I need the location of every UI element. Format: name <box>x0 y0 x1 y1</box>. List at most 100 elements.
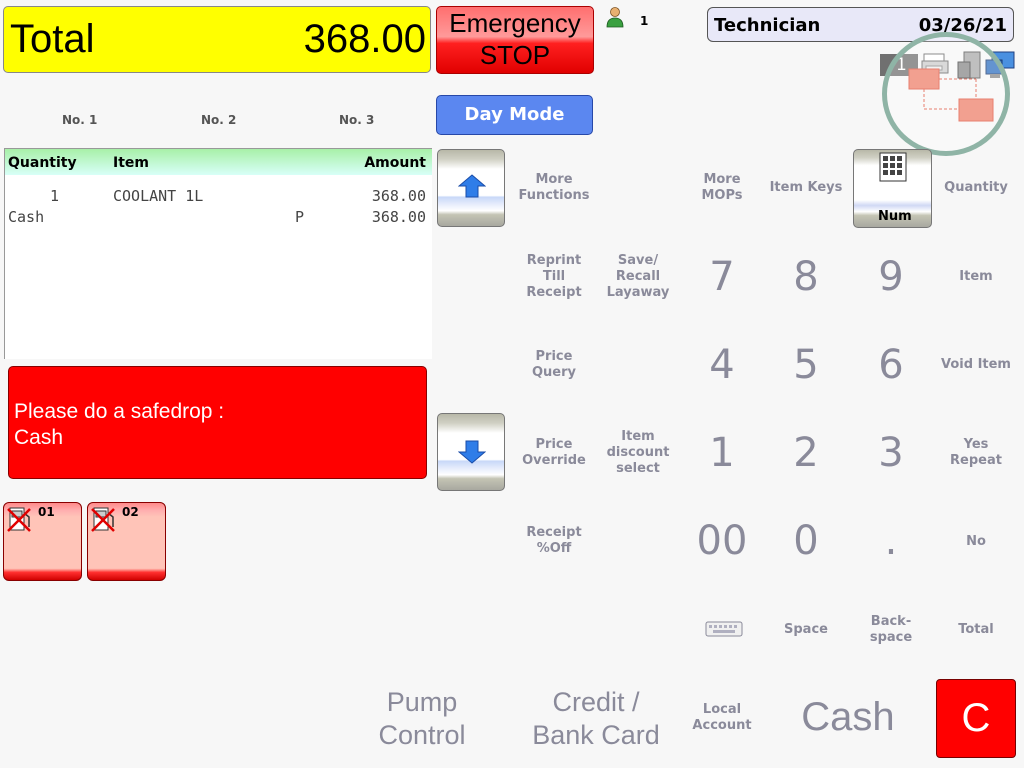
alert-line2: Cash <box>14 426 64 449</box>
column-item: Item <box>113 155 149 171</box>
key-7[interactable]: 7 <box>682 254 762 300</box>
user-count: 1 <box>640 14 649 28</box>
column-quantity: Quantity <box>8 155 77 171</box>
scroll-down-button[interactable] <box>437 413 505 491</box>
emergency-stop-line1: Emergency <box>449 8 581 38</box>
space-button[interactable]: Space <box>766 622 846 638</box>
key-9[interactable]: 9 <box>851 254 931 300</box>
credit-line1: Credit / <box>552 687 640 717</box>
scroll-up-button[interactable] <box>437 149 505 227</box>
network-link-icon <box>908 68 994 122</box>
emergency-stop-button[interactable]: Emergency STOP <box>436 6 594 74</box>
item-button[interactable]: Item <box>936 269 1016 285</box>
fn-label: Layaway <box>606 285 670 300</box>
receipt-line-item: COOLANT 1L <box>113 187 204 205</box>
more-functions-button[interactable]: More Functions <box>514 172 594 204</box>
safedrop-alert[interactable]: Please do a safedrop : Cash <box>8 366 427 479</box>
receipt-header: Quantity Item Amount <box>5 149 432 175</box>
fn-label: More <box>535 172 573 187</box>
local-account-button[interactable]: Local Account <box>682 702 762 734</box>
key-decimal[interactable]: . <box>851 518 931 564</box>
fn-label: Functions <box>518 188 590 203</box>
pump-tile-01[interactable]: 01 <box>3 502 82 581</box>
day-mode-button[interactable]: Day Mode <box>436 95 593 135</box>
fn-label: discount <box>606 445 670 460</box>
save-recall-layaway-button[interactable]: Save/ Recall Layaway <box>598 253 678 301</box>
yes-repeat-button[interactable]: Yes Repeat <box>936 437 1016 469</box>
fn-label: Reprint <box>526 253 582 268</box>
arrow-up-icon <box>458 174 486 198</box>
pump-number: 01 <box>38 505 55 519</box>
clear-button[interactable]: C <box>936 679 1016 758</box>
item-keys-button[interactable]: Item Keys <box>766 180 846 196</box>
column-amount: Amount <box>364 155 426 171</box>
key-2[interactable]: 2 <box>766 430 846 476</box>
price-override-button[interactable]: Price Override <box>514 437 594 469</box>
fn-label: Item <box>621 429 655 444</box>
key-3[interactable]: 3 <box>851 430 931 476</box>
pump-tile-02[interactable]: 02 <box>87 502 166 581</box>
reprint-till-receipt-button[interactable]: Reprint Till Receipt <box>514 253 594 301</box>
num-button[interactable]: Num <box>853 149 932 228</box>
fn-label: Back- <box>870 614 912 629</box>
receipt-line-qty: Cash <box>8 208 45 226</box>
emergency-stop-line2: STOP <box>479 40 551 70</box>
fn-label: Query <box>531 365 576 380</box>
cash-button[interactable]: Cash <box>766 695 930 740</box>
fn-label: Receipt <box>526 525 582 540</box>
receipt-line[interactable]: 1 COOLANT 1L 368.00 <box>5 187 432 207</box>
price-query-button[interactable]: Price Query <box>514 349 594 381</box>
total-display: Total 368.00 <box>3 6 431 73</box>
fn-label: Local <box>702 702 742 717</box>
backspace-button[interactable]: Back- space <box>851 614 931 646</box>
pump-number: 02 <box>122 505 139 519</box>
key-8[interactable]: 8 <box>766 254 846 300</box>
total-button[interactable]: Total <box>936 622 1016 638</box>
quantity-button[interactable]: Quantity <box>936 180 1016 196</box>
key-4[interactable]: 4 <box>682 342 762 388</box>
pump-control-button[interactable]: Pump Control <box>352 686 492 752</box>
key-6[interactable]: 6 <box>851 342 931 388</box>
fn-label: space <box>869 630 913 645</box>
fn-label: MOPs <box>701 188 743 203</box>
alert-message: Please do a safedrop : Cash <box>14 399 224 451</box>
credit-line2: Bank Card <box>532 720 660 750</box>
num-label: Num <box>878 209 912 224</box>
user-icon <box>606 7 624 28</box>
receipt-line[interactable]: Cash P 368.00 <box>5 208 432 228</box>
keyboard-icon[interactable] <box>705 621 743 637</box>
item-discount-select-button[interactable]: Item discount select <box>598 429 678 477</box>
receipt-line-amount: 368.00 <box>371 187 426 205</box>
operator-name: Technician <box>714 15 821 36</box>
numpad-icon <box>879 152 907 182</box>
receipt-percent-off-button[interactable]: Receipt %Off <box>514 525 594 557</box>
no-button[interactable]: No <box>936 534 1016 550</box>
pump-disabled-icon <box>7 507 31 532</box>
fn-label: %Off <box>536 541 572 556</box>
more-mops-button[interactable]: More MOPs <box>682 172 762 204</box>
receipt-panel: Quantity Item Amount 1 COOLANT 1L 368.00… <box>4 148 432 359</box>
fn-label: Price <box>535 349 573 364</box>
fn-label: Till <box>542 269 566 284</box>
fn-label: Override <box>522 453 586 468</box>
fn-label: Repeat <box>950 453 1002 468</box>
receipt-line-flag: P <box>295 208 305 226</box>
total-value: 368.00 <box>303 17 426 61</box>
total-label: Total <box>10 17 95 61</box>
fn-label: More <box>703 172 741 187</box>
key-5[interactable]: 5 <box>766 342 846 388</box>
arrow-down-icon <box>458 440 486 464</box>
fn-label: Price <box>535 437 573 452</box>
alert-line1: Please do a safedrop : <box>14 400 225 423</box>
pump-disabled-icon <box>91 507 115 532</box>
pump-control-line2: Control <box>378 720 466 750</box>
key-1[interactable]: 1 <box>682 430 762 476</box>
receipt-line-amount: 368.00 <box>371 208 426 226</box>
credit-bank-card-button[interactable]: Credit / Bank Card <box>514 686 678 752</box>
pump-header-1: No. 1 <box>62 113 98 127</box>
key-00[interactable]: 00 <box>682 518 762 564</box>
network-status-overlay <box>882 32 1010 156</box>
key-0[interactable]: 0 <box>766 518 846 564</box>
void-item-button[interactable]: Void Item <box>936 357 1016 373</box>
fn-label: Account <box>692 718 752 733</box>
